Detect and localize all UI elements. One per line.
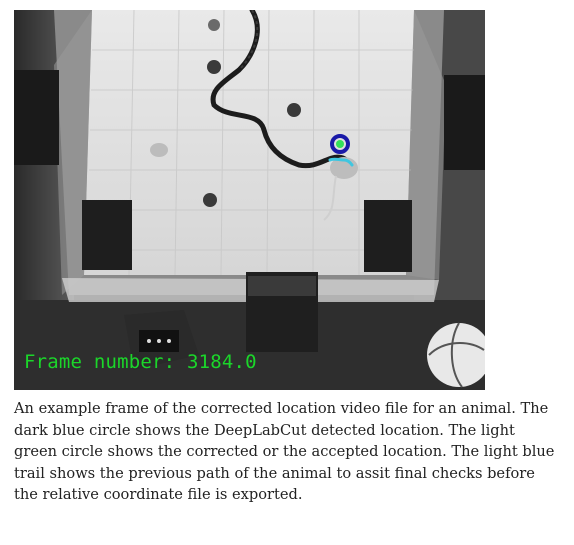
frame-number-label: Frame number: 3184.0 [24, 351, 257, 373]
floor-hole [207, 60, 221, 74]
video-frame-figure: Frame number: 3184.0 [14, 10, 485, 390]
dark-box-left [82, 200, 132, 270]
corrected-location-circle [336, 140, 344, 148]
arena-photo [14, 10, 485, 390]
floor-hole [287, 103, 301, 117]
dark-box-right [364, 200, 412, 272]
document-page: Frame number: 3184.0 An example frame of… [0, 0, 574, 545]
figure-caption: An example frame of the corrected locati… [14, 400, 555, 503]
floor-hole [203, 193, 217, 207]
